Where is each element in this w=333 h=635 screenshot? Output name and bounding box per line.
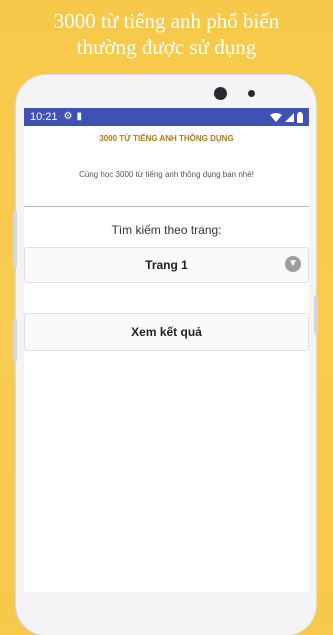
phone-volume-up (13, 210, 17, 268)
status-time: 10:21 (30, 111, 58, 123)
page-select-dropdown[interactable]: Trang 1 ▼ (24, 247, 309, 283)
search-label: Tìm kiếm theo trang: (111, 223, 222, 237)
sd-card-icon: ▮ (76, 111, 83, 122)
page-select-value: Trang 1 (145, 258, 188, 272)
battery-icon (297, 111, 303, 123)
app-subtitle: Cùng học 3000 từ tiếng anh thông dụng bạ… (79, 170, 254, 179)
headline-line-2: thường được sử dụng (76, 35, 257, 59)
view-results-button[interactable]: Xem kết quả (24, 313, 309, 351)
chevron-down-icon: ▼ (285, 256, 301, 272)
promo-headline: 3000 từ tiếng anh phổ biến thường được s… (0, 8, 333, 60)
headline-line-1: 3000 từ tiếng anh phổ biến (53, 9, 280, 33)
phone-volume-down (13, 318, 17, 362)
divider (24, 206, 309, 207)
app-screen: 10:21 ⚙ ▮ 3000 TỪ TIẾNG ANH THÔNG DỤNG C… (24, 108, 309, 592)
signal-icon (285, 112, 294, 122)
proximity-sensor (248, 90, 255, 97)
front-camera (214, 87, 227, 100)
status-bar: 10:21 ⚙ ▮ (24, 108, 309, 126)
wifi-icon (270, 112, 282, 122)
app-title: 3000 TỪ TIẾNG ANH THÔNG DỤNG (99, 134, 234, 143)
gear-icon: ⚙ (63, 111, 73, 122)
view-results-label: Xem kết quả (131, 325, 202, 339)
phone-power-button (314, 295, 318, 335)
